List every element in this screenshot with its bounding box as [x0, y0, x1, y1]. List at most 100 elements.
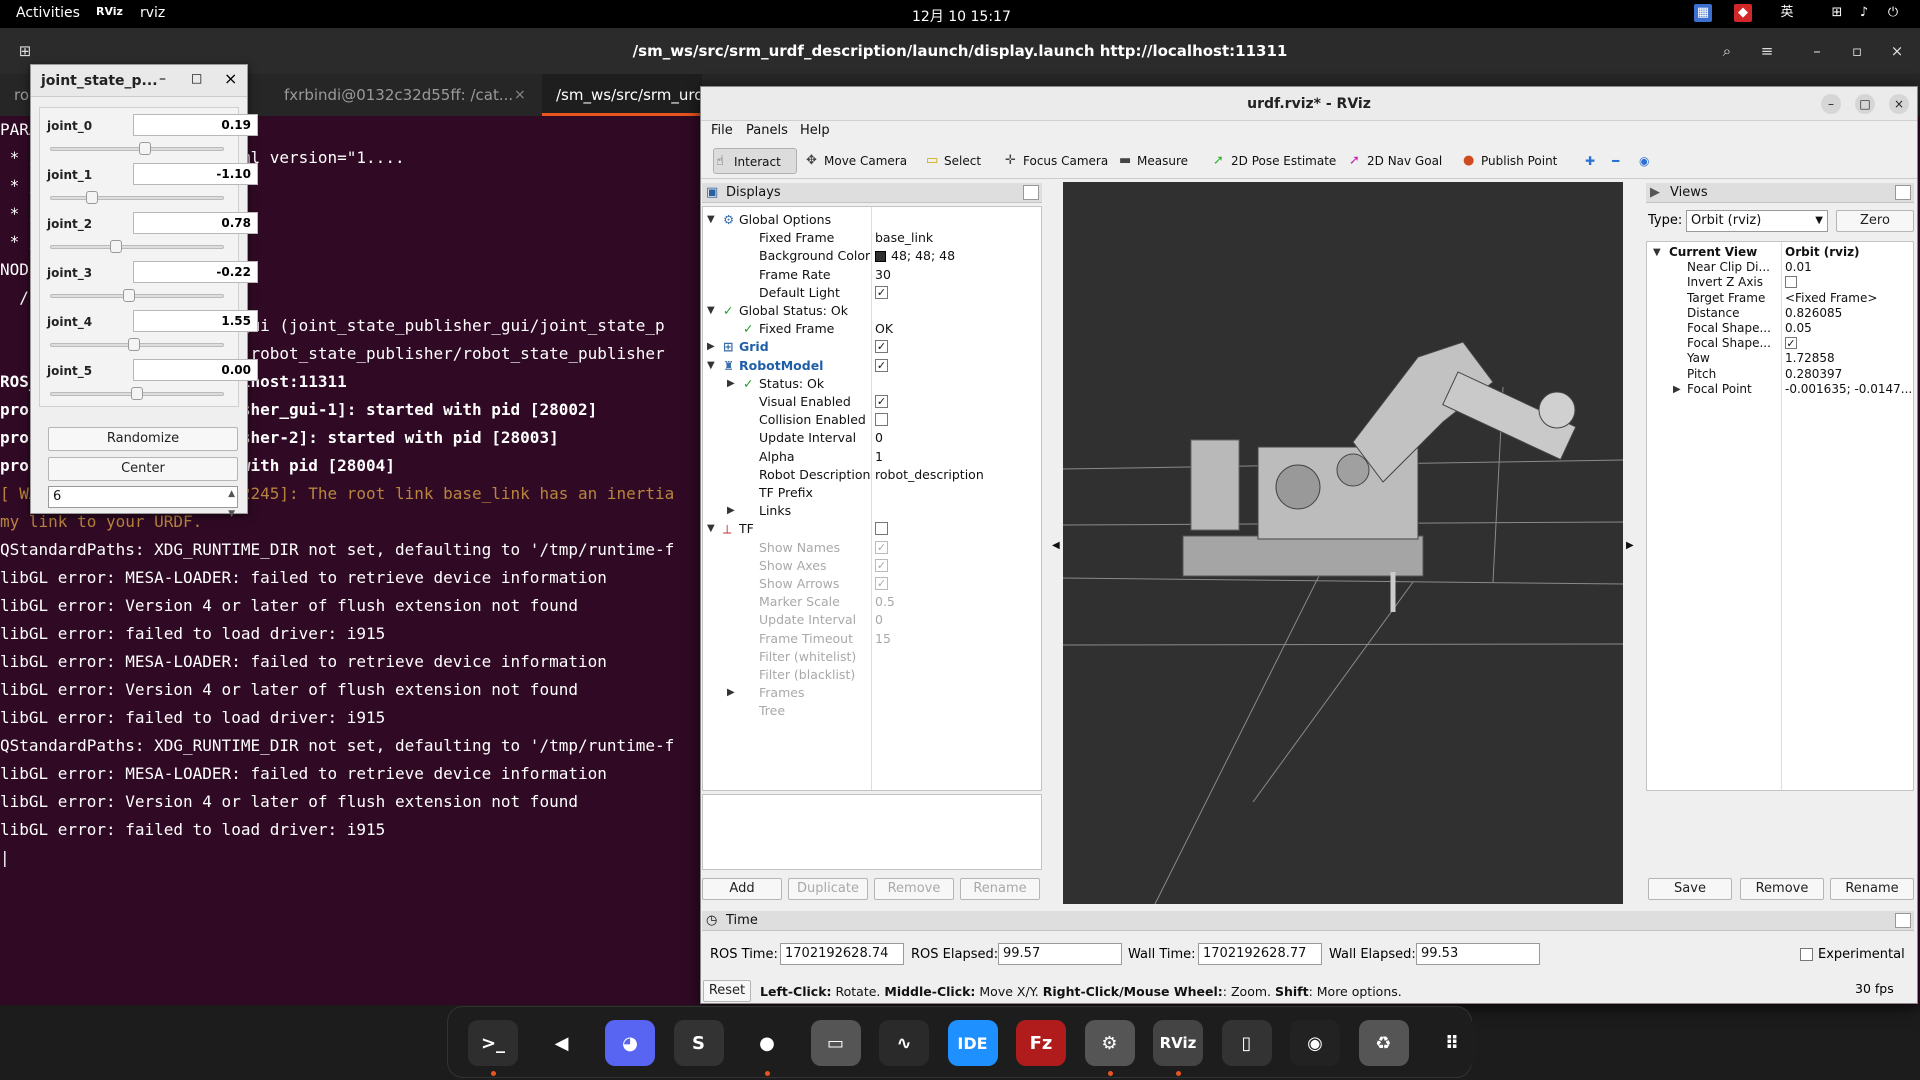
maximize-icon[interactable]: ▫ — [1840, 36, 1874, 66]
tool-measure[interactable]: ▬ Measure — [1117, 148, 1188, 174]
display-row[interactable]: ▼ ⚙ Global Options — [703, 211, 1041, 229]
search-icon[interactable]: ⌕ — [1710, 36, 1744, 66]
panel-float-checkbox[interactable] — [1023, 185, 1039, 200]
remove-view-button[interactable]: Remove — [1740, 878, 1824, 900]
camera-icon[interactable]: ◉ — [1290, 1020, 1340, 1066]
menu-help[interactable]: Help — [800, 123, 830, 138]
minimize-icon[interactable]: – — [159, 71, 166, 87]
display-row[interactable]: ▶ ✓ Status: Ok — [703, 375, 1041, 393]
display-value[interactable]: 1 — [875, 448, 883, 466]
ime-indicator[interactable]: 英 — [1778, 4, 1796, 22]
view-property-checkbox[interactable] — [1785, 276, 1797, 289]
display-checkbox[interactable] — [875, 413, 888, 427]
menu-icon[interactable]: ≡ — [1750, 36, 1784, 66]
chevron-down-icon[interactable]: ▼ — [707, 520, 715, 538]
chevron-down-icon[interactable]: ▼ — [707, 211, 715, 229]
joint-slider-track[interactable] — [50, 245, 224, 249]
joint-slider-handle[interactable] — [139, 142, 152, 155]
joint-slider-handle[interactable] — [122, 289, 135, 302]
display-row[interactable]: Tree — [703, 702, 1041, 720]
chevron-right-icon[interactable]: ▶ — [707, 338, 715, 356]
trash-icon[interactable]: ♻ — [1358, 1020, 1409, 1066]
ros-time-field[interactable]: 1702192628.74 — [780, 943, 904, 965]
settings-icon[interactable]: ⚙ — [1084, 1020, 1135, 1066]
vscode-icon[interactable]: ◀ — [536, 1020, 587, 1066]
display-value[interactable]: base_link — [875, 229, 933, 247]
power-icon[interactable]: ⏻ — [1884, 4, 1902, 22]
display-row[interactable]: Robot Description robot_description — [703, 466, 1041, 484]
joint-slider-handle[interactable] — [85, 191, 98, 204]
display-row[interactable]: Collision Enabled — [703, 411, 1041, 429]
display-checkbox[interactable]: ✓ — [875, 577, 888, 590]
remove-tool-icon[interactable]: ━ — [1612, 148, 1619, 174]
activities-button[interactable]: Activities — [16, 5, 80, 21]
display-row[interactable]: Background Color 48; 48; 48 — [703, 247, 1041, 265]
joint-value-field[interactable]: 0.78 — [133, 212, 258, 234]
display-checkbox[interactable]: ✓ — [875, 340, 888, 354]
chrome-icon[interactable]: ● — [742, 1020, 792, 1066]
terminal-icon[interactable]: >_ — [468, 1020, 518, 1066]
close-icon[interactable]: × — [1880, 36, 1914, 66]
chevron-right-icon[interactable]: ▶ — [727, 502, 735, 520]
sublime-icon[interactable]: S — [673, 1020, 724, 1066]
view-property-row[interactable]: Near Clip Di... 0.01 — [1647, 260, 1913, 275]
chevron-down-icon[interactable]: ▼ — [1653, 245, 1661, 260]
ide-icon[interactable]: IDE — [947, 1020, 998, 1066]
center-button[interactable]: Center — [48, 457, 238, 481]
wall-elapsed-field[interactable]: 99.53 — [1416, 943, 1540, 965]
view-property-row[interactable]: Invert Z Axis — [1647, 275, 1913, 290]
reset-button[interactable]: Reset — [703, 980, 751, 1002]
display-row[interactable]: Marker Scale 0.5 — [703, 593, 1041, 611]
maximize-icon[interactable]: □ — [191, 71, 202, 85]
network-icon[interactable]: ⊞ — [1828, 4, 1846, 22]
joint-slider-handle[interactable] — [127, 338, 140, 351]
rename-display-button[interactable]: Rename — [960, 878, 1040, 900]
close-icon[interactable]: × — [1889, 94, 1909, 114]
experimental-checkbox[interactable] — [1800, 948, 1813, 961]
volume-icon[interactable]: ♪ — [1855, 4, 1873, 22]
app-icon[interactable]: ▯ — [1221, 1020, 1272, 1066]
tool-move-camera[interactable]: ✥ Move Camera — [804, 148, 907, 174]
zero-button[interactable]: Zero — [1836, 210, 1914, 232]
joint-value-field[interactable]: -1.10 — [133, 163, 258, 185]
tool-2d-pose-estimate[interactable]: ➚ 2D Pose Estimate — [1211, 148, 1336, 174]
display-row[interactable]: ▶ ⊞ Grid ✓ — [703, 338, 1041, 356]
spin-arrows-icon[interactable]: ▲ ▼ — [228, 484, 235, 524]
display-row[interactable]: Show Names ✓ — [703, 539, 1041, 557]
terminal-tab-active[interactable]: /sm_ws/src/srm_urdf — [542, 74, 702, 116]
apps-icon[interactable]: ⠿ — [1427, 1020, 1477, 1066]
panel-float-checkbox[interactable] — [1895, 185, 1911, 200]
joint-value-field[interactable]: 0.00 — [133, 359, 258, 381]
display-row[interactable]: Update Interval 0 — [703, 429, 1041, 447]
panel-float-checkbox[interactable] — [1895, 913, 1911, 928]
remove-display-button[interactable]: Remove — [874, 878, 954, 900]
display-value[interactable]: 0 — [875, 611, 883, 629]
view-property-checkbox[interactable]: ✓ — [1785, 337, 1797, 350]
display-row[interactable]: ▶ Frames — [703, 684, 1041, 702]
discord-icon[interactable]: ◕ — [605, 1020, 655, 1066]
tool-focus-camera[interactable]: ✛ Focus Camera — [1003, 148, 1108, 174]
joint-value-field[interactable]: -0.22 — [133, 261, 258, 283]
joint-slider-handle[interactable] — [109, 240, 122, 253]
chevron-right-icon[interactable]: ▶ — [727, 684, 735, 702]
display-row[interactable]: Filter (whitelist) — [703, 648, 1041, 666]
chevron-right-icon[interactable]: ▶ — [727, 375, 735, 393]
joint-slider-handle[interactable] — [131, 387, 143, 400]
color-swatch[interactable] — [875, 251, 886, 263]
view-property-row[interactable]: Target Frame <Fixed Frame> — [1647, 291, 1913, 306]
display-row[interactable]: Alpha 1 — [703, 448, 1041, 466]
menu-panels[interactable]: Panels — [746, 123, 788, 138]
joint-slider-track[interactable] — [50, 294, 224, 298]
view-property-row[interactable]: ▶ Focal Point -0.001635; -0.0147... — [1647, 382, 1913, 397]
display-row[interactable]: Show Arrows ✓ — [703, 575, 1041, 593]
tray-app2-icon[interactable]: ◆ — [1734, 4, 1752, 22]
wall-time-field[interactable]: 1702192628.77 — [1198, 943, 1322, 965]
tool-2d-nav-goal[interactable]: ➚ 2D Nav Goal — [1347, 148, 1442, 174]
display-row[interactable]: Frame Rate 30 — [703, 266, 1041, 284]
display-value[interactable]: 30 — [875, 266, 891, 284]
display-value[interactable]: 15 — [875, 630, 891, 648]
monitor-icon[interactable]: ∿ — [879, 1020, 929, 1066]
view-property-value[interactable]: 1.72858 — [1785, 351, 1913, 366]
display-row[interactable]: Fixed Frame base_link — [703, 229, 1041, 247]
display-row[interactable]: ▼ ♜ RobotModel ✓ — [703, 357, 1041, 375]
